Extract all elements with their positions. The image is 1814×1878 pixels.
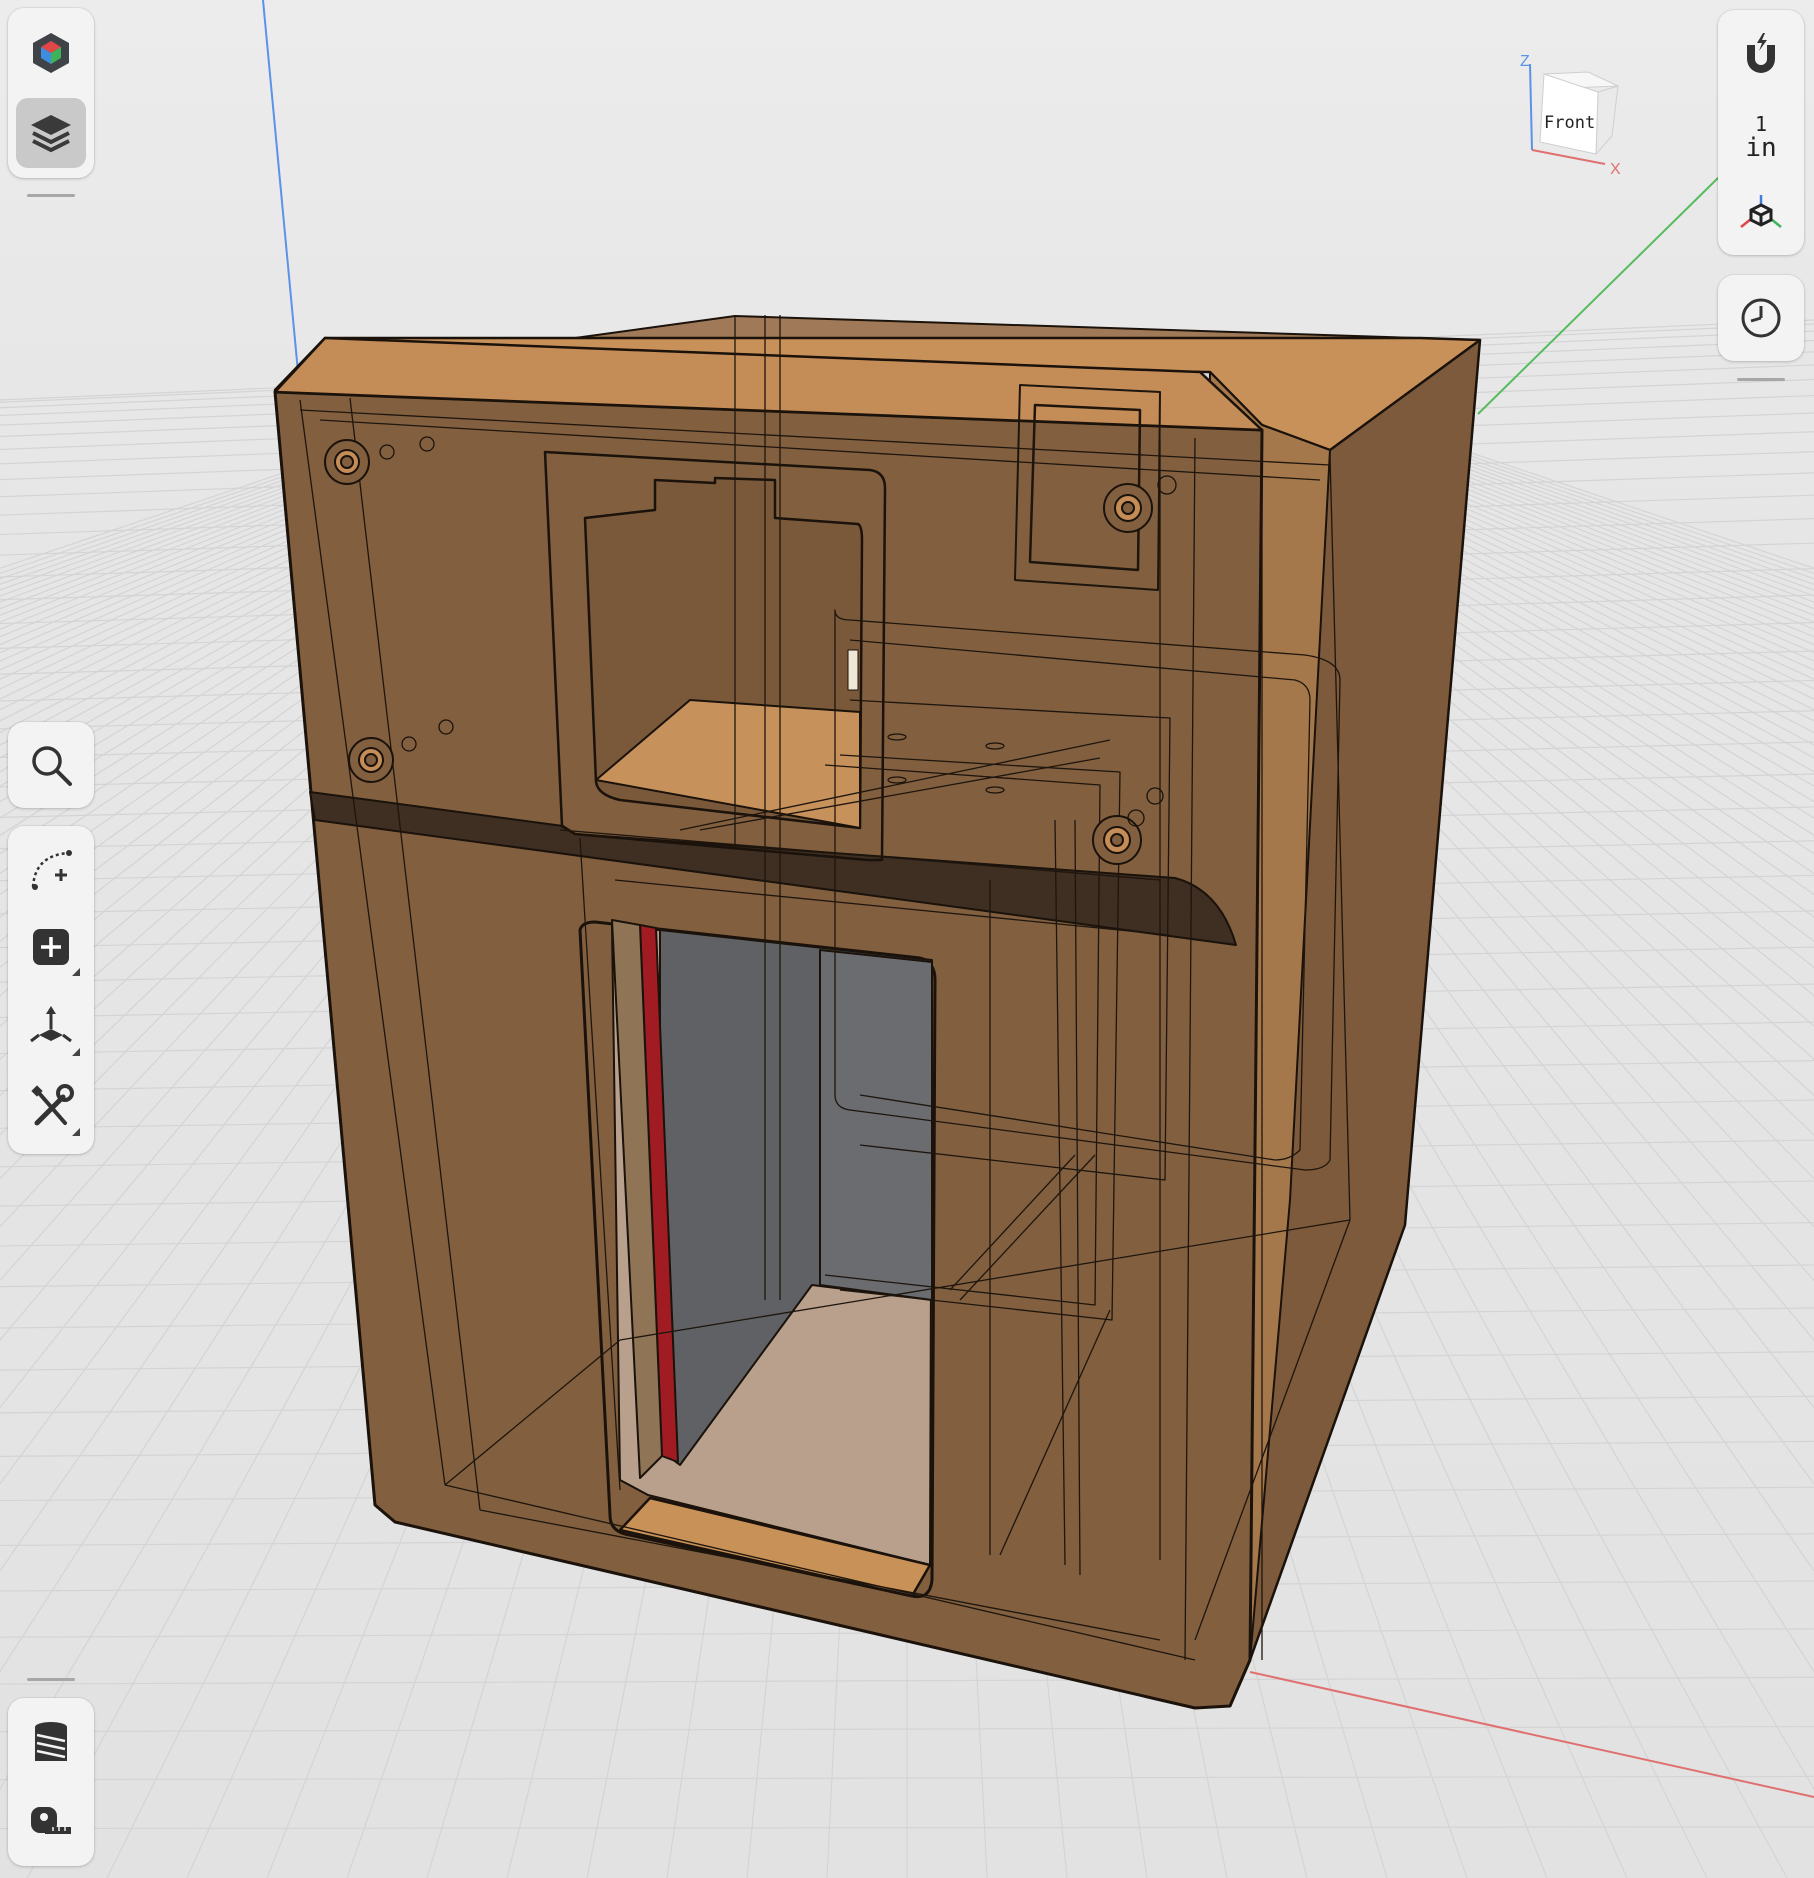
units-indicator[interactable]: 1 in [1718,112,1804,163]
search-button[interactable] [16,730,86,800]
units-label: in [1745,133,1777,163]
view-cube[interactable]: Z X Front [1500,50,1640,180]
magnet-icon [1747,33,1775,73]
left-bottom-toolbar [8,1698,94,1866]
add-primitive-button[interactable] [16,912,86,982]
upper-cutout-light [847,649,859,691]
left-tools-panel [8,826,94,1154]
thread-icon [35,1722,67,1761]
dark-battery-side [819,949,933,1301]
app-cube-icon [33,33,69,73]
transform-button[interactable] [16,992,86,1062]
history-clock-icon [1741,298,1781,338]
enclosure-model[interactable] [273,315,1482,1710]
add-icon [33,929,69,965]
3d-viewport[interactable] [0,0,1814,1878]
view-cube-z-axis [1529,63,1533,151]
app-cube-button[interactable] [16,18,86,88]
view-cube-x-label: X [1610,161,1621,178]
left-search-panel [8,722,94,808]
tape-measure-icon [31,1807,71,1834]
thread-button[interactable] [16,1708,86,1778]
history-button[interactable] [1726,283,1796,353]
search-icon [32,746,72,786]
view-cube-right-face [1595,85,1619,156]
transform-icon [30,1006,72,1043]
snap-button[interactable] [1726,20,1796,90]
tools-button[interactable] [16,1072,86,1142]
right-history-panel [1718,275,1804,361]
layers-button[interactable] [16,98,86,168]
left-top-separator [27,194,75,197]
view-cube-z-label: Z [1520,53,1530,70]
left-bottom-separator [27,1678,75,1681]
layers-icon [31,115,71,153]
view-cube-front-label: Front [1544,113,1595,133]
measure-button[interactable] [16,1786,86,1856]
right-separator [1737,378,1785,381]
sketch-curve-icon [31,850,72,890]
right-top-toolbar: 1 in [1718,10,1804,255]
wrench-screwdriver-icon [31,1084,74,1126]
more-options-indicator [72,1128,80,1136]
more-options-indicator [72,1048,80,1056]
left-top-toolbar [8,8,94,178]
sketch-curve-button[interactable] [16,834,86,904]
more-options-indicator [72,968,80,976]
view-orientation-button[interactable] [1726,178,1796,248]
orientation-cube-icon [1740,195,1782,228]
